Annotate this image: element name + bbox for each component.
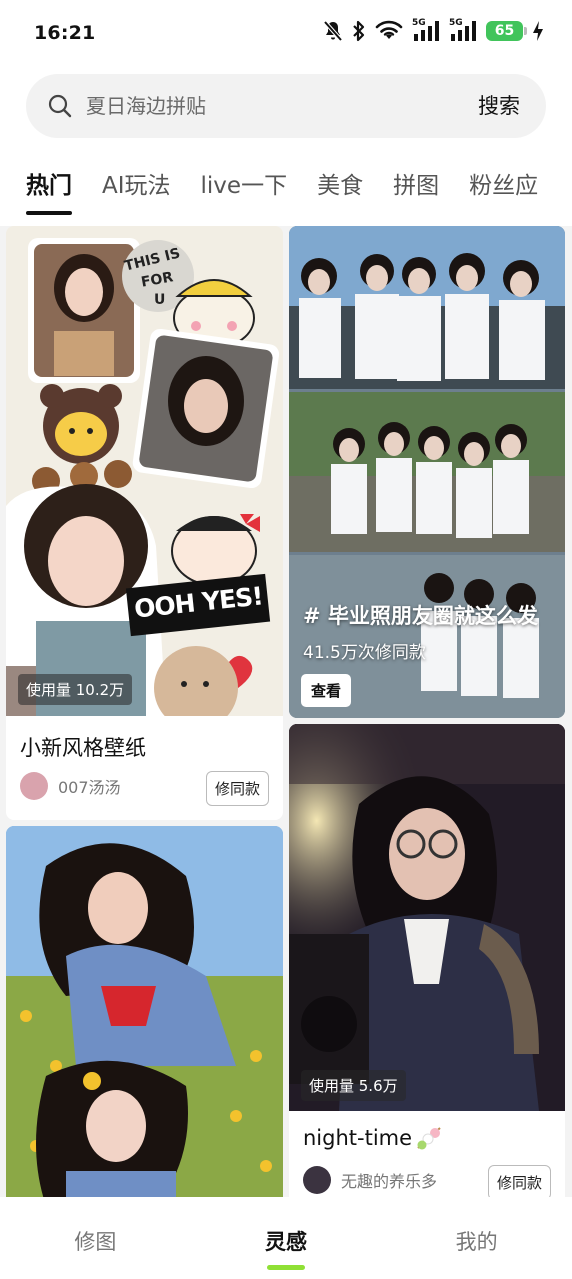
search-button[interactable]: 搜索 — [478, 90, 520, 120]
inspiration-feed: THIS IS FOR U OOH YES! 使用量 10.2万 小新风格壁纸 … — [0, 226, 572, 1197]
topic-card-graduation[interactable]: # 毕业照朋友圈就这么发 41.5万次修同款 查看 — [289, 226, 565, 718]
template-image[interactable]: THIS IS FOR U OOH YES! — [6, 226, 283, 730]
category-tabs: 热门 AI玩法 live一下 美食 拼图 粉丝应 — [26, 166, 538, 215]
template-card-crayon[interactable]: THIS IS FOR U OOH YES! 使用量 10.2万 小新风格壁纸 … — [6, 226, 283, 820]
usage-badge: 使用量 10.2万 — [18, 674, 133, 705]
status-bar: 16:21 5G 5G 65 — [0, 0, 572, 66]
night-photo — [289, 724, 565, 1111]
search-icon — [48, 94, 72, 118]
signal-2-type: 5G — [449, 18, 463, 28]
topic-count: 41.5万次修同款 — [303, 643, 426, 663]
card-author: 无趣的养乐多 — [303, 1166, 437, 1194]
tab-food[interactable]: 美食 — [317, 166, 363, 200]
search-input[interactable] — [86, 74, 446, 138]
status-icons: 5G 5G 65 — [323, 18, 544, 42]
header: 搜索 热门 AI玩法 live一下 美食 拼图 粉丝应 — [0, 66, 572, 226]
template-card-night[interactable]: 使用量 5.6万 night-time 无趣的养乐多 修同款 — [289, 724, 565, 1197]
wifi-icon — [375, 20, 403, 39]
signal-1-type: 5G — [412, 18, 426, 28]
bluetooth-icon — [353, 20, 365, 42]
search-bar[interactable]: 搜索 — [26, 74, 546, 138]
bottom-nav: 修图 灵感 我的 — [0, 1197, 572, 1279]
template-image[interactable] — [289, 724, 565, 1111]
view-button[interactable]: 查看 — [301, 674, 352, 707]
avatar — [20, 772, 48, 800]
signal-1: 5G — [412, 18, 440, 42]
card-title: 小新风格壁纸 — [20, 736, 146, 760]
nav-edit[interactable]: 修图 — [0, 1197, 191, 1279]
tab-collage[interactable]: 拼图 — [393, 166, 439, 200]
collage-illustration — [6, 226, 283, 730]
remix-button[interactable]: 修同款 — [205, 771, 269, 806]
tab-live[interactable]: live一下 — [201, 166, 288, 200]
author-name: 无趣的养乐多 — [341, 1172, 438, 1191]
nav-mine[interactable]: 我的 — [381, 1197, 572, 1279]
card-title: night-time — [303, 1126, 442, 1150]
battery-level: 65 — [494, 23, 515, 39]
tab-ai-play[interactable]: AI玩法 — [102, 166, 171, 200]
template-card-summer[interactable] — [6, 826, 283, 1197]
author-name: 007汤汤 — [58, 778, 121, 797]
tab-hot[interactable]: 热门 — [26, 166, 72, 215]
card-author: 007汤汤 — [20, 772, 121, 800]
usage-badge: 使用量 5.6万 — [301, 1070, 406, 1101]
charging-icon — [533, 21, 543, 41]
avatar — [303, 1166, 331, 1194]
summer-photo — [6, 826, 283, 1197]
dango-icon — [417, 1127, 441, 1150]
card-title-text: night-time — [303, 1126, 413, 1150]
status-time: 16:21 — [34, 22, 96, 44]
topic-hashtag: # 毕业照朋友圈就这么发 — [303, 604, 538, 628]
sticker-u: U — [154, 292, 166, 308]
nav-inspiration[interactable]: 灵感 — [191, 1197, 382, 1279]
tab-fans[interactable]: 粉丝应 — [469, 166, 538, 200]
battery-icon: 65 — [486, 21, 527, 41]
remix-button[interactable]: 修同款 — [487, 1165, 551, 1197]
mute-icon — [323, 20, 343, 42]
template-image[interactable] — [6, 826, 283, 1197]
signal-2: 5G — [449, 18, 477, 42]
